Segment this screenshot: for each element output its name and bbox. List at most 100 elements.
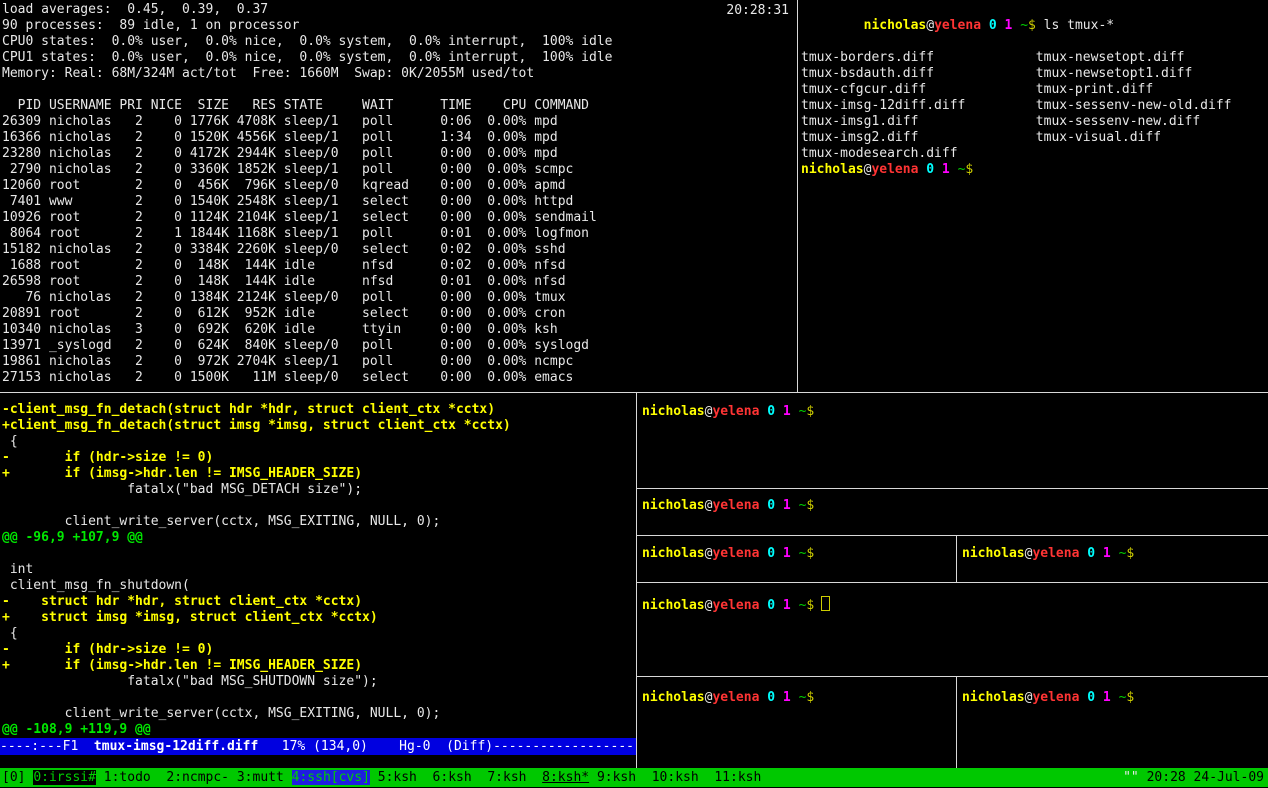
- diff-line: -client_msg_fn_detach(struct hdr *hdr, s…: [2, 402, 511, 418]
- window-7-ksh[interactable]: 7:ksh: [487, 770, 526, 785]
- prompt-status-1: 1: [783, 404, 791, 419]
- prompt-user: nicholas: [642, 498, 705, 513]
- divider-right-4: [637, 676, 1268, 677]
- ls-file-listing: tmux-borders.diff tmux-newsetopt.diff tm…: [801, 50, 1231, 162]
- diff-line: {: [2, 626, 511, 642]
- prompt-space: [1095, 690, 1103, 705]
- prompt-space: [1111, 546, 1119, 561]
- prompt-space: [791, 598, 799, 613]
- prompt-space: [775, 546, 783, 561]
- pane-shell-ls[interactable]: nicholas@yelena 0 1 ~$ ls tmux-* tmux-bo…: [798, 0, 1268, 392]
- prompt-dollar: $: [806, 690, 814, 705]
- divider-right-v2: [956, 677, 957, 768]
- status-separator: [526, 770, 542, 785]
- shell-prompt: nicholas@yelena 0 1 ~$ ls tmux-*: [801, 2, 1231, 50]
- prompt-space: [1012, 18, 1020, 33]
- prompt-user: nicholas: [642, 404, 705, 419]
- shell-prompt: nicholas@yelena 0 1 ~$: [642, 690, 814, 706]
- pane-shell-1[interactable]: nicholas@yelena 0 1 ~$: [637, 393, 1268, 488]
- diff-line: @@ -96,9 +107,9 @@: [2, 530, 511, 546]
- prompt-dollar: $: [1126, 546, 1134, 561]
- window-8-ksh-current[interactable]: 8:ksh*: [542, 770, 589, 785]
- prompt-space: [775, 404, 783, 419]
- diff-line: int: [2, 562, 511, 578]
- prompt-user: nicholas: [642, 546, 705, 561]
- diff-line: +client_msg_fn_detach(struct imsg *imsg,…: [2, 418, 511, 434]
- prompt-space: [934, 162, 942, 177]
- window-2-ncmpc[interactable]: 2:ncmpc-: [166, 770, 229, 785]
- status-right: "" 20:28 24-Jul-09: [1123, 768, 1264, 787]
- prompt-user: nicholas: [801, 162, 864, 177]
- prompt-dollar: $: [806, 598, 814, 613]
- tmux-status-bar: [0] 0:irssi# 1:todo 2:ncmpc- 3:mutt 4:ss…: [0, 768, 1268, 787]
- prompt-space: [981, 18, 989, 33]
- prompt-status-1: 1: [783, 546, 791, 561]
- window-9-ksh[interactable]: 9:ksh: [597, 770, 636, 785]
- divider-right-1: [637, 488, 1268, 489]
- window-5-ksh[interactable]: 5:ksh: [378, 770, 417, 785]
- prompt-status-0: 0: [767, 690, 775, 705]
- prompt-user: nicholas: [962, 690, 1025, 705]
- window-0-irssi[interactable]: 0:irssi#: [33, 770, 96, 785]
- pane-shell-3b[interactable]: nicholas@yelena 0 1 ~$: [957, 536, 1268, 582]
- diff-line: [2, 690, 511, 706]
- prompt-space: [775, 498, 783, 513]
- prompt-host: yelena: [712, 598, 759, 613]
- window-6-ksh[interactable]: 6:ksh: [433, 770, 472, 785]
- pane-shell-5a[interactable]: nicholas@yelena 0 1 ~$: [637, 677, 956, 768]
- pane-shell-5b[interactable]: nicholas@yelena 0 1 ~$: [957, 677, 1268, 768]
- prompt-cwd-tilde: ~: [1020, 18, 1028, 33]
- status-separator: [472, 770, 488, 785]
- prompt-status-0: 0: [767, 498, 775, 513]
- prompt-status-0: 0: [1087, 690, 1095, 705]
- window-10-ksh[interactable]: 10:ksh: [652, 770, 699, 785]
- prompt-status-1: 1: [783, 598, 791, 613]
- emacs-modeline-filename: tmux-imsg-12diff.diff: [94, 739, 258, 754]
- prompt-dollar: $: [806, 404, 814, 419]
- status-separator: [417, 770, 433, 785]
- prompt-space: [997, 18, 1005, 33]
- prompt-status-1: 1: [942, 162, 950, 177]
- prompt-status-0: 0: [989, 18, 997, 33]
- window-4-ssh[interactable]: 4:ssh[cvs]: [292, 770, 370, 785]
- tmux-terminal-screen: load averages: 0.45, 0.39, 0.37 90 proce…: [0, 0, 1268, 788]
- prompt-dollar: $: [806, 498, 814, 513]
- status-separator: [589, 770, 597, 785]
- prompt-host: yelena: [712, 404, 759, 419]
- prompt-space: [791, 690, 799, 705]
- emacs-buffer: -client_msg_fn_detach(struct hdr *hdr, s…: [2, 402, 511, 738]
- pane-shell-active[interactable]: nicholas@yelena 0 1 ~$: [637, 583, 1268, 676]
- prompt-user: nicholas: [642, 598, 705, 613]
- divider-top-vertical: [797, 0, 798, 392]
- prompt-status-0: 0: [767, 404, 775, 419]
- prompt-user: nicholas: [864, 18, 927, 33]
- prompt-user: nicholas: [962, 546, 1025, 561]
- prompt-dollar: $: [1028, 18, 1036, 33]
- pane-shell-2[interactable]: nicholas@yelena 0 1 ~$: [637, 489, 1268, 535]
- shell-prompt: nicholas@yelena 0 1 ~$: [642, 546, 814, 562]
- pane-top-command[interactable]: load averages: 0.45, 0.39, 0.37 90 proce…: [0, 0, 797, 392]
- diff-line: - struct hdr *hdr, struct client_ctx *cc…: [2, 594, 511, 610]
- prompt-host: yelena: [712, 498, 759, 513]
- shell-prompt: nicholas@yelena 0 1 ~$: [962, 690, 1134, 706]
- terminal-cursor: [821, 596, 830, 611]
- window-1-todo[interactable]: 1:todo: [104, 770, 151, 785]
- divider-right-3: [637, 582, 1268, 583]
- shell-prompt: nicholas@yelena 0 1 ~$: [801, 162, 1231, 178]
- session-name[interactable]: [0]: [2, 770, 33, 785]
- pane-emacs[interactable]: -client_msg_fn_detach(struct hdr *hdr, s…: [0, 393, 636, 768]
- window-11-ksh[interactable]: 11:ksh: [714, 770, 761, 785]
- status-separator: [370, 770, 378, 785]
- diff-line: - if (hdr->size != 0): [2, 450, 511, 466]
- diff-line: {: [2, 434, 511, 450]
- diff-line: + struct imsg *imsg, struct client_ctx *…: [2, 610, 511, 626]
- status-separator: [229, 770, 237, 785]
- status-separator: [636, 770, 652, 785]
- window-3-mutt[interactable]: 3:mutt: [237, 770, 284, 785]
- pane-shell-3a[interactable]: nicholas@yelena 0 1 ~$: [637, 536, 956, 582]
- status-separator: [151, 770, 167, 785]
- prompt-status-0: 0: [767, 546, 775, 561]
- divider-bottom-vertical: [636, 393, 637, 768]
- status-window-list: [0] 0:irssi# 1:todo 2:ncmpc- 3:mutt 4:ss…: [2, 768, 761, 787]
- top-clock: 20:28:31: [726, 3, 789, 19]
